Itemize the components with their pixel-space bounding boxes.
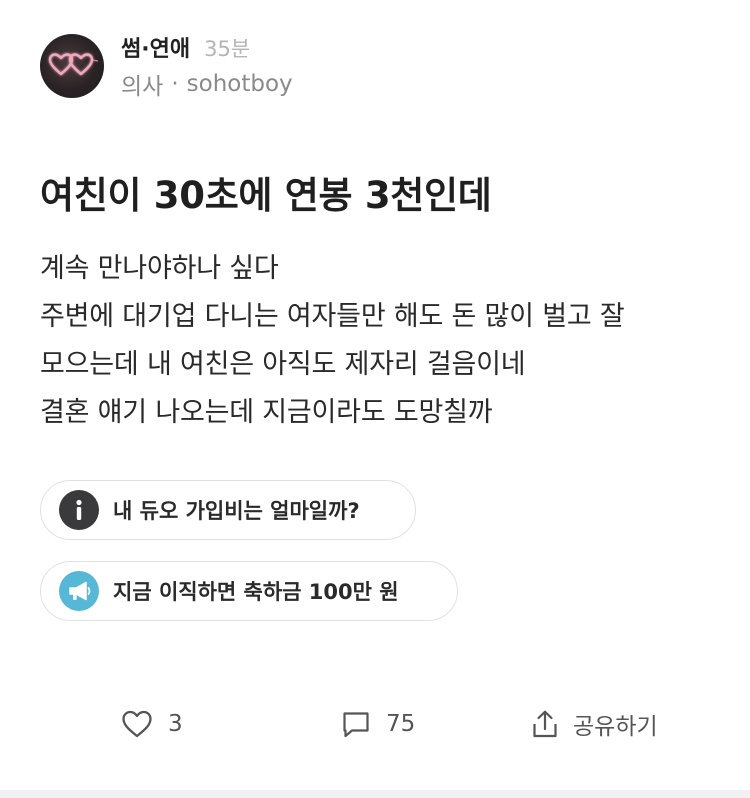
duo-fee-chip[interactable]: 내 듀오 가입비는 얼마일까? [40, 480, 416, 540]
like-button[interactable]: 3 [120, 700, 183, 748]
share-label: 공유하기 [573, 714, 658, 740]
megaphone-icon [59, 571, 99, 611]
chip-label: 내 듀오 가입비는 얼마일까? [113, 499, 360, 523]
comment-icon [343, 712, 369, 738]
author-separator: · [171, 71, 179, 97]
author-name[interactable]: sohotboy [187, 71, 293, 97]
post-card: 썸·연애 35분 의사 · sohotboy 여친이 30초에 연봉 3천인데 … [0, 0, 750, 790]
body-line: 결혼 얘기 나오는데 지금이라도 도망칠까 [40, 397, 493, 428]
share-button[interactable]: 공유하기 [529, 700, 658, 748]
post-time: 35분 [204, 37, 251, 61]
comment-button[interactable]: 75 [340, 700, 415, 748]
avatar[interactable] [40, 34, 104, 98]
info-icon [59, 490, 99, 530]
post-actions: 3 75 공유하기 [0, 700, 750, 748]
like-count: 3 [168, 711, 183, 737]
body-line: 모으는데 내 여친은 아직도 제자리 걸음이네 [40, 349, 526, 380]
share-icon [533, 710, 557, 738]
chip-label: 지금 이직하면 축하금 100만 원 [113, 580, 399, 604]
post-header: 썸·연애 35분 의사 · sohotboy [40, 31, 293, 101]
author-role: 의사 [121, 74, 164, 100]
body-line: 주변에 대기업 다니는 여자들만 해도 돈 많이 벌고 잘 [40, 301, 625, 332]
hearts-neon-icon [48, 53, 99, 76]
job-change-chip[interactable]: 지금 이직하면 축하금 100만 원 [40, 561, 458, 621]
comment-count: 75 [386, 711, 416, 737]
body-line: 계속 만나야하나 싶다 [40, 253, 279, 284]
post-title: 여친이 30초에 연봉 3천인데 [40, 174, 492, 217]
channel-name[interactable]: 썸·연애 [121, 31, 190, 63]
post-meta: 썸·연애 35분 의사 · sohotboy [121, 31, 293, 101]
heart-icon [122, 710, 152, 738]
section-divider [0, 790, 750, 798]
post-body: 계속 만나야하나 싶다 주변에 대기업 다니는 여자들만 해도 돈 많이 벌고 … [40, 245, 720, 437]
